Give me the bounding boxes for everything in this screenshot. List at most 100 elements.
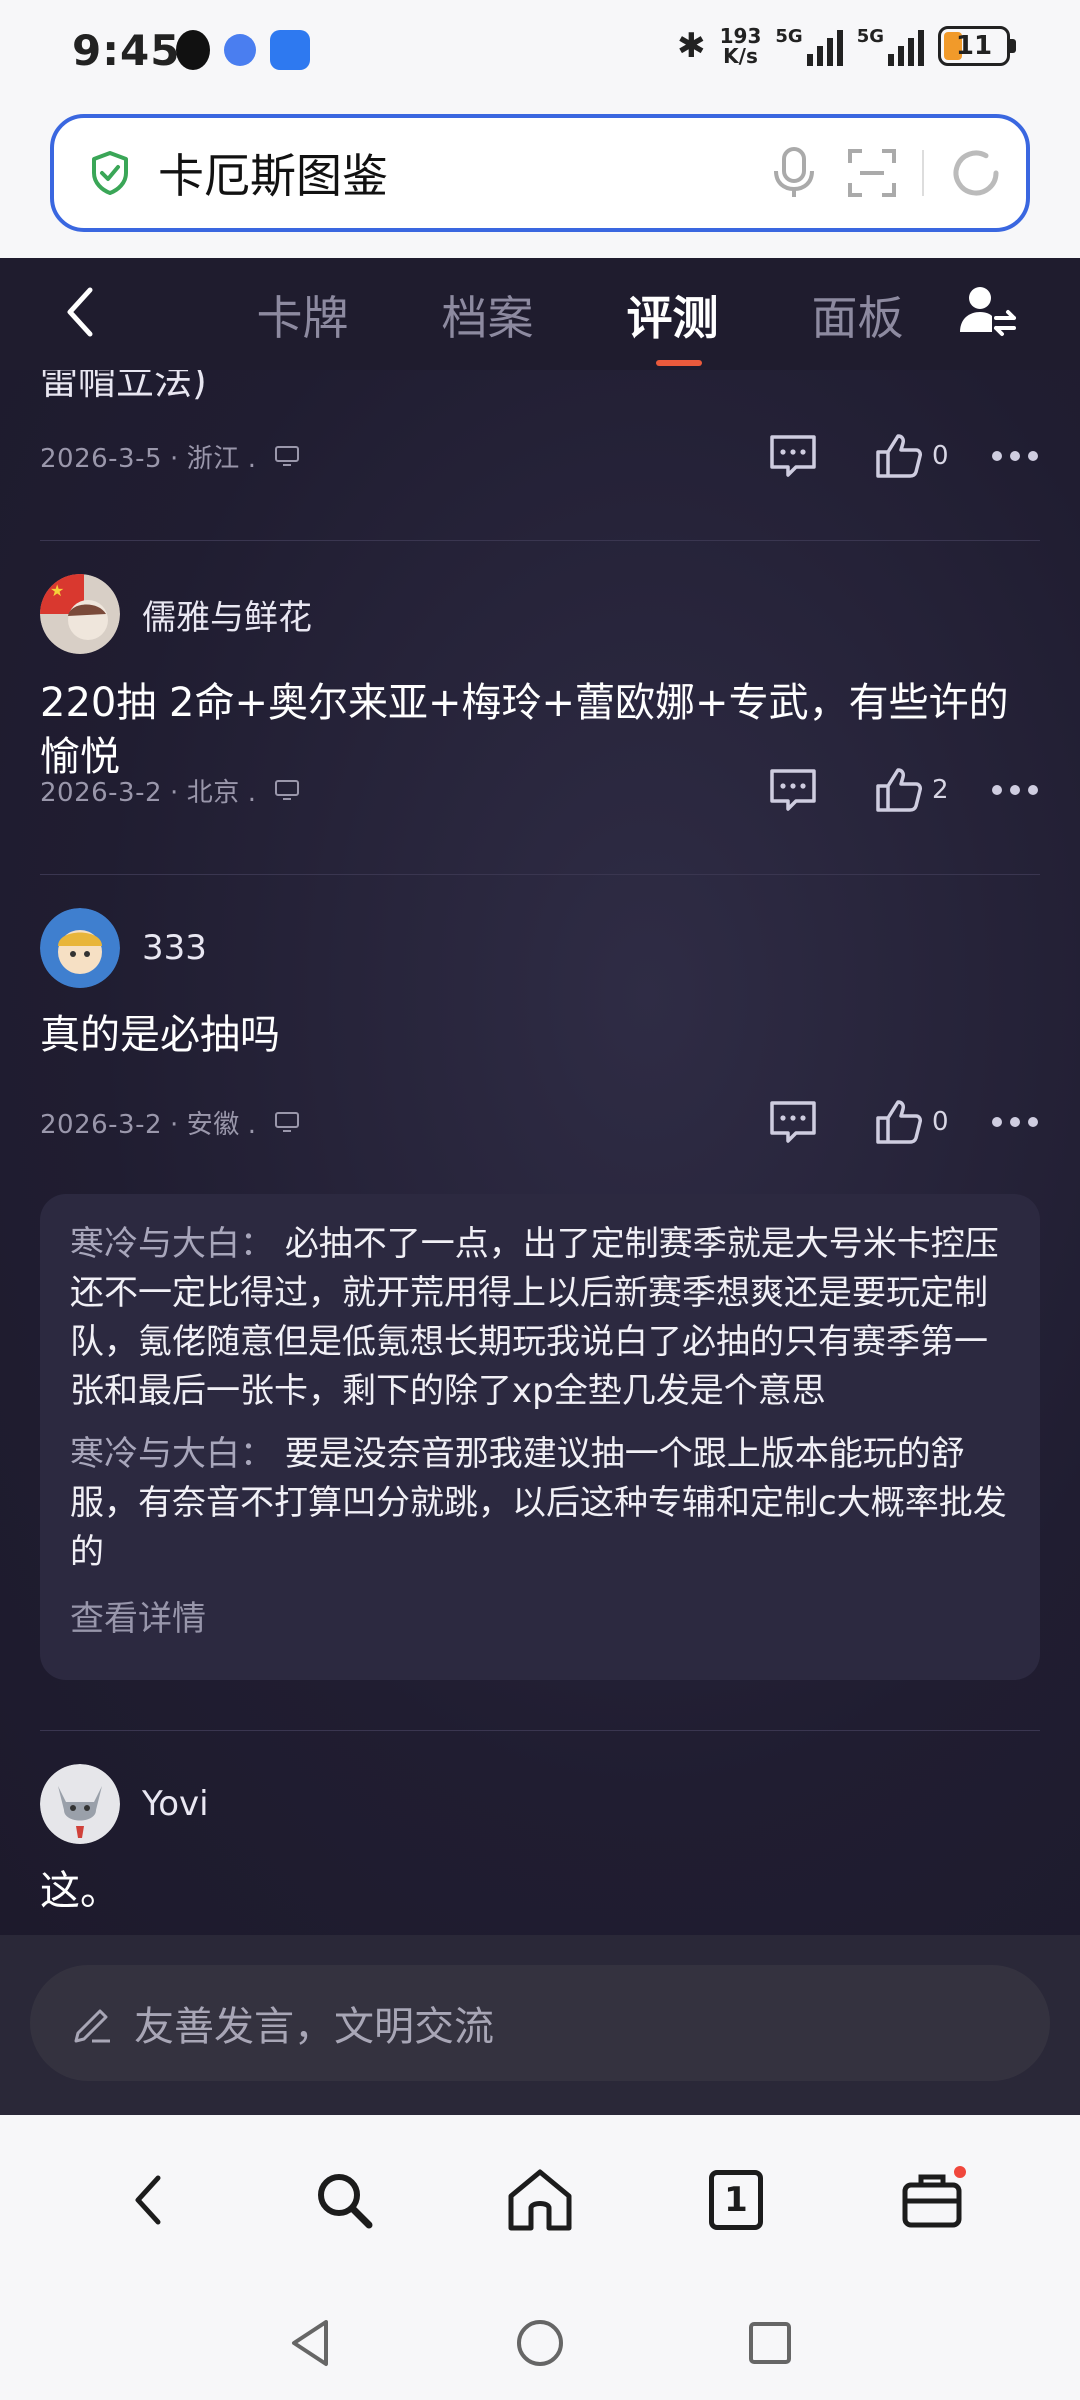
comment-author: Yovi [40, 1764, 209, 1844]
microphone-icon[interactable] [766, 145, 822, 201]
reply-author[interactable]: 寒冷与大白： [70, 1434, 274, 1474]
url-divider [922, 150, 924, 196]
like-button[interactable] [874, 431, 924, 481]
browser-app-icon [224, 34, 256, 66]
reply-thread[interactable]: 寒冷与大白： 必抽不了一点，出了定制赛季就是大号米卡控压还不一定比得过，就开荒用… [40, 1194, 1040, 1680]
comment-location: 北京 [186, 777, 240, 808]
avatar[interactable] [40, 908, 120, 988]
comment-body: 真的是必抽吗 [40, 1012, 280, 1058]
url-bar[interactable]: 卡厄斯图鉴 [50, 114, 1030, 232]
comment-input[interactable]: 友善发言，文明交流 [30, 1965, 1050, 2081]
url-area: 卡厄斯图鉴 [0, 100, 1080, 258]
triangle-back-icon [292, 2319, 328, 2366]
tab-profile[interactable]: 档案 [395, 282, 580, 352]
avatar[interactable]: ★ [40, 574, 120, 654]
reply-button[interactable] [768, 431, 818, 481]
more-icon [992, 1117, 1038, 1127]
device-icon [274, 1112, 299, 1132]
top-nav: 卡牌 档案 评测 面板 [0, 258, 1080, 370]
thumbs-up-icon [876, 434, 922, 478]
reply-button[interactable] [768, 765, 818, 815]
comment-author: ★ 儒雅与鲜花 [40, 574, 312, 654]
status-time: 9:45 [72, 26, 181, 75]
divider [40, 874, 1040, 875]
shield-check-icon [92, 151, 128, 195]
scan-icon[interactable] [844, 145, 900, 201]
comment-icon [770, 1101, 816, 1143]
more-button[interactable] [990, 1097, 1040, 1147]
circle-home-icon [517, 2319, 563, 2366]
app-market-icon [270, 30, 310, 70]
net-speed: 193 K/s [719, 24, 762, 68]
comment-input-placeholder: 友善发言，文明交流 [134, 2004, 494, 2050]
like-count: 2 [932, 775, 949, 805]
system-recents-button[interactable] [740, 2313, 800, 2373]
chevron-left-icon [135, 2175, 161, 2225]
comment-meta: 2026-3-2 · 北京. 2 [40, 760, 1040, 820]
square-recents-icon [749, 2321, 791, 2364]
toolbox-icon [902, 2174, 962, 2228]
more-button[interactable] [990, 431, 1040, 481]
tab-panel[interactable]: 面板 [765, 282, 950, 352]
system-back-button[interactable] [280, 2313, 340, 2373]
comment-date: 2026-3-5 [40, 443, 163, 474]
browser-home-button[interactable] [500, 2160, 580, 2240]
svg-text:★: ★ [50, 581, 64, 600]
browser-tabs-button[interactable]: 1 [696, 2160, 776, 2240]
like-button[interactable] [874, 765, 924, 815]
author-name[interactable]: 333 [142, 928, 207, 968]
back-icon[interactable] [56, 282, 104, 342]
like-button[interactable] [874, 1097, 924, 1147]
reply-item[interactable]: 寒冷与大白： 必抽不了一点，出了定制赛季就是大号米卡控压还不一定比得过，就开荒用… [70, 1220, 1010, 1416]
thumbs-up-icon [876, 1100, 922, 1144]
comment-feed[interactable]: 雷帽立法) 2026-3-5 · 浙江. 0 ★ 儒雅与鲜花 220抽 2命+奥… [0, 370, 1080, 1935]
status-bar: 9:45 ✱ 193 K/s 5G 5G 11 [0, 0, 1080, 100]
system-nav [0, 2285, 1080, 2400]
url-query[interactable]: 卡厄斯图鉴 [158, 140, 766, 206]
comment-date: 2026-3-2 [40, 777, 163, 808]
more-icon [992, 451, 1038, 461]
system-home-button[interactable] [510, 2313, 570, 2373]
battery-icon: 11 [938, 26, 1016, 66]
avatar[interactable] [40, 1764, 120, 1844]
more-button[interactable] [990, 765, 1040, 815]
tab-bar: 卡牌 档案 评测 面板 [210, 282, 950, 366]
see-more-link[interactable]: 查看详情 [70, 1591, 1010, 1640]
notification-dot [952, 2164, 968, 2180]
notification-icons [176, 30, 310, 70]
pen-icon [74, 2009, 110, 2043]
browser-toolbar: 1 [0, 2115, 1080, 2285]
author-name[interactable]: Yovi [142, 1784, 209, 1824]
comment-icon [770, 435, 816, 477]
reply-button[interactable] [768, 1097, 818, 1147]
thumbs-up-icon [876, 768, 922, 812]
tab-count: 1 [709, 2170, 763, 2230]
tab-cards[interactable]: 卡牌 [210, 282, 395, 352]
comment-input-bar: 友善发言，文明交流 [0, 1935, 1080, 2115]
comment-meta: 2026-3-5 · 浙江. 0 [40, 426, 1040, 486]
browser-back-button[interactable] [108, 2160, 188, 2240]
more-icon [992, 785, 1038, 795]
user-switch-icon[interactable] [958, 282, 1018, 342]
bluetooth-icon: ✱ [677, 26, 706, 66]
author-name[interactable]: 儒雅与鲜花 [142, 590, 312, 639]
device-icon [274, 446, 299, 466]
search-icon [318, 2174, 373, 2229]
qq-icon [176, 30, 210, 70]
browser-toolbox-button[interactable] [892, 2160, 972, 2240]
signal-2-icon: 5G [857, 26, 924, 66]
comment-partial-text: 雷帽立法) [40, 370, 207, 403]
divider [40, 1730, 1040, 1731]
device-icon [274, 780, 299, 800]
browser-search-button[interactable] [304, 2160, 384, 2240]
tab-reviews[interactable]: 评测 [580, 282, 765, 366]
home-icon [508, 2169, 572, 2231]
comment-location: 浙江 [186, 443, 240, 474]
like-count: 0 [932, 441, 949, 471]
reply-author[interactable]: 寒冷与大白： [70, 1224, 274, 1264]
refresh-icon[interactable] [948, 145, 1004, 201]
comment-body: 这。 [40, 1868, 120, 1914]
divider [40, 540, 1040, 541]
comment-meta: 2026-3-2 · 安徽. 0 [40, 1092, 1040, 1152]
reply-item[interactable]: 寒冷与大白： 要是没奈音那我建议抽一个跟上版本能玩的舒服，有奈音不打算凹分就跳，… [70, 1430, 1010, 1577]
